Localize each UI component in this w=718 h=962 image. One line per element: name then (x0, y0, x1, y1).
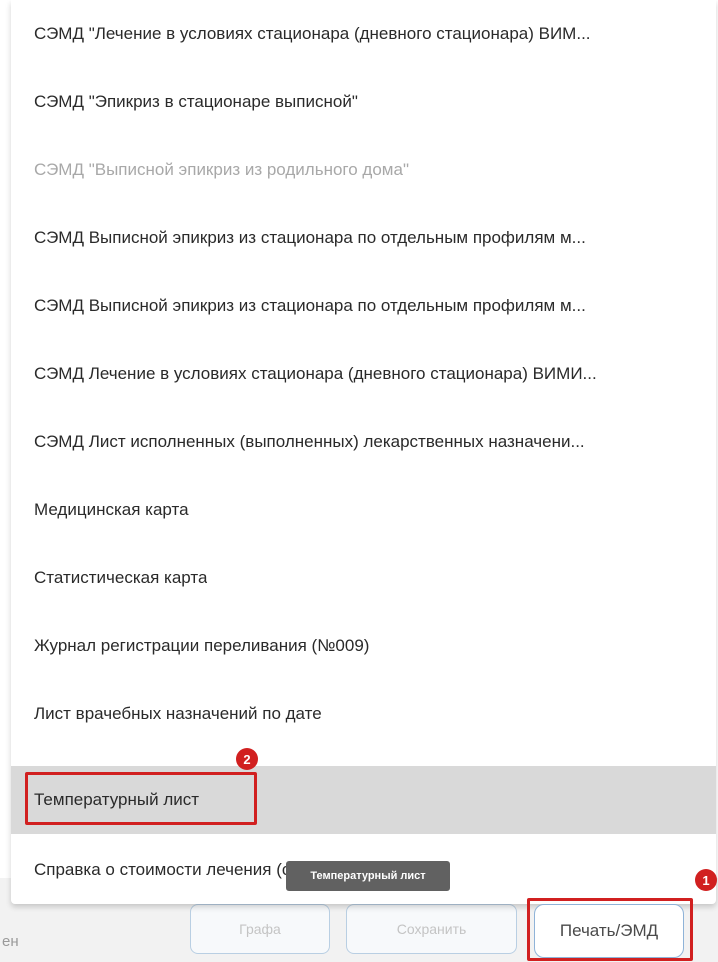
menu-item-label: СЭМД "Лечение в условиях стационара (дне… (34, 24, 591, 43)
menu-item-label: Медицинская карта (34, 500, 189, 519)
menu-item-label: СЭМД Лист исполненных (выполненных) лека… (34, 432, 585, 451)
menu-item-medical-card[interactable]: Медицинская карта (11, 476, 716, 544)
annotation-highlight-temperature-sheet (25, 772, 257, 825)
print-emd-button[interactable]: Печать/ЭМД (534, 904, 684, 958)
menu-item-label: СЭМД Лечение в условиях стационара (днев… (34, 364, 597, 383)
menu-item-label: СЭМД "Эпикриз в стационаре выписной" (34, 92, 358, 111)
ghost-button-1[interactable]: Графа (190, 904, 330, 954)
menu-item-label: Журнал регистрации переливания (№009) (34, 636, 370, 655)
menu-item-label: Лист врачебных назначений по дате (34, 704, 322, 723)
menu-item-transfusion-journal[interactable]: Журнал регистрации переливания (№009) (11, 612, 716, 680)
menu-item[interactable]: СЭМД Выписной эпикриз из стационара по о… (11, 272, 716, 340)
menu-item-statistical-card[interactable]: Статистическая карта (11, 544, 716, 612)
menu-item-label: СЭМД "Выписной эпикриз из родильного дом… (34, 160, 409, 179)
menu-item-disabled: СЭМД "Выписной эпикриз из родильного дом… (11, 136, 716, 204)
menu-item[interactable]: СЭМД "Эпикриз в стационаре выписной" (11, 68, 716, 136)
step-badge-1: 1 (695, 869, 717, 891)
menu-item[interactable]: СЭМД Лист исполненных (выполненных) лека… (11, 408, 716, 476)
menu-item-label: СЭМД Выписной эпикриз из стационара по о… (34, 228, 586, 247)
print-dropdown-menu: СЭМД "Лечение в условиях стационара (дне… (11, 0, 716, 904)
menu-item-label: Статистическая карта (34, 568, 208, 587)
menu-item-label: СЭМД Выписной эпикриз из стационара по о… (34, 296, 586, 315)
menu-item[interactable]: СЭМД Выписной эпикриз из стационара по о… (11, 204, 716, 272)
page: ен Графа Сохранить СЭМД "Лечение в услов… (0, 0, 718, 962)
tooltip: Температурный лист (286, 861, 450, 891)
ghost-button-2[interactable]: Сохранить (346, 904, 517, 954)
peek-text: ен (2, 933, 19, 950)
menu-item[interactable]: СЭМД Лечение в условиях стационара (днев… (11, 340, 716, 408)
step-badge-2: 2 (236, 748, 258, 770)
menu-item[interactable]: СЭМД "Лечение в условиях стационара (дне… (11, 0, 716, 68)
menu-item-prescriptions-by-date[interactable]: Лист врачебных назначений по дате (11, 680, 716, 748)
